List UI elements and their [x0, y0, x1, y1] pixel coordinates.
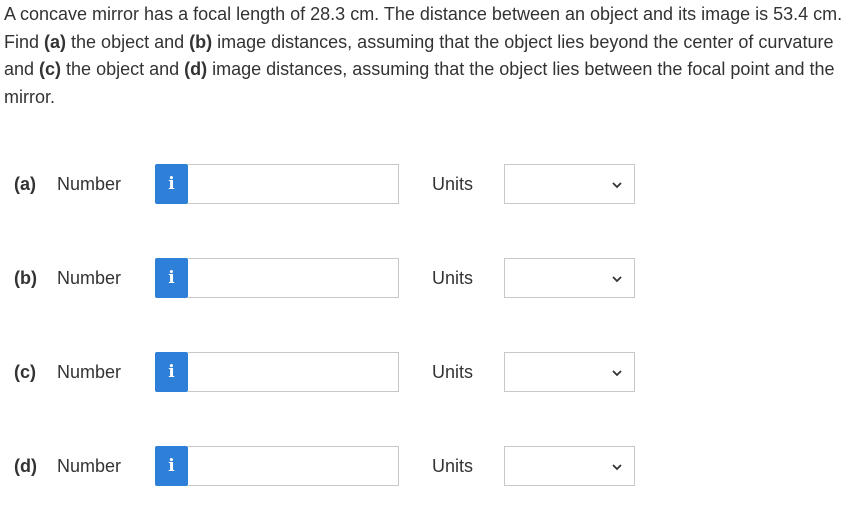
units-select-b[interactable]	[504, 258, 635, 298]
units-label-b: Units	[432, 268, 474, 288]
number-input-d[interactable]	[188, 446, 399, 486]
number-input-c[interactable]	[188, 352, 399, 392]
info-icon[interactable]: i	[155, 446, 188, 486]
chevron-down-icon	[612, 182, 622, 189]
answer-row-a: (a) Number i Units	[0, 164, 866, 206]
part-label-d: (d)	[14, 456, 37, 476]
chevron-down-icon	[612, 276, 622, 283]
part-label-a: (a)	[14, 174, 36, 194]
units-label-c: Units	[432, 362, 474, 382]
number-label-a: Number	[57, 174, 122, 194]
question-text-4: the object and	[61, 59, 185, 79]
number-input-a[interactable]	[188, 164, 399, 204]
question-part-a: (a)	[44, 31, 67, 52]
units-label-d: Units	[432, 456, 474, 476]
chevron-down-icon	[612, 464, 622, 471]
chevron-down-icon	[612, 370, 622, 377]
question-part-c: (c)	[39, 59, 62, 79]
question-part-d: (d)	[184, 59, 208, 79]
question-text-2: the object and	[66, 31, 190, 52]
number-label-d: Number	[57, 456, 122, 476]
part-label-c: (c)	[14, 362, 36, 382]
part-label-b: (b)	[14, 268, 37, 288]
number-input-b[interactable]	[188, 258, 399, 298]
number-label-b: Number	[57, 268, 122, 288]
answer-row-b: (b) Number i Units	[0, 258, 866, 300]
units-label-a: Units	[432, 174, 474, 194]
info-icon[interactable]: i	[155, 258, 188, 298]
info-icon[interactable]: i	[155, 164, 188, 204]
answer-row-d: (d) Number i Units	[0, 446, 866, 488]
question-part-b: (b)	[189, 31, 213, 52]
answer-row-c: (c) Number i Units	[0, 352, 866, 394]
units-select-c[interactable]	[504, 352, 635, 392]
units-select-d[interactable]	[504, 446, 635, 486]
number-label-c: Number	[57, 362, 122, 382]
units-select-a[interactable]	[504, 164, 635, 204]
question-text: A concave mirror has a focal length of 2…	[4, 1, 866, 111]
info-icon[interactable]: i	[155, 352, 188, 392]
